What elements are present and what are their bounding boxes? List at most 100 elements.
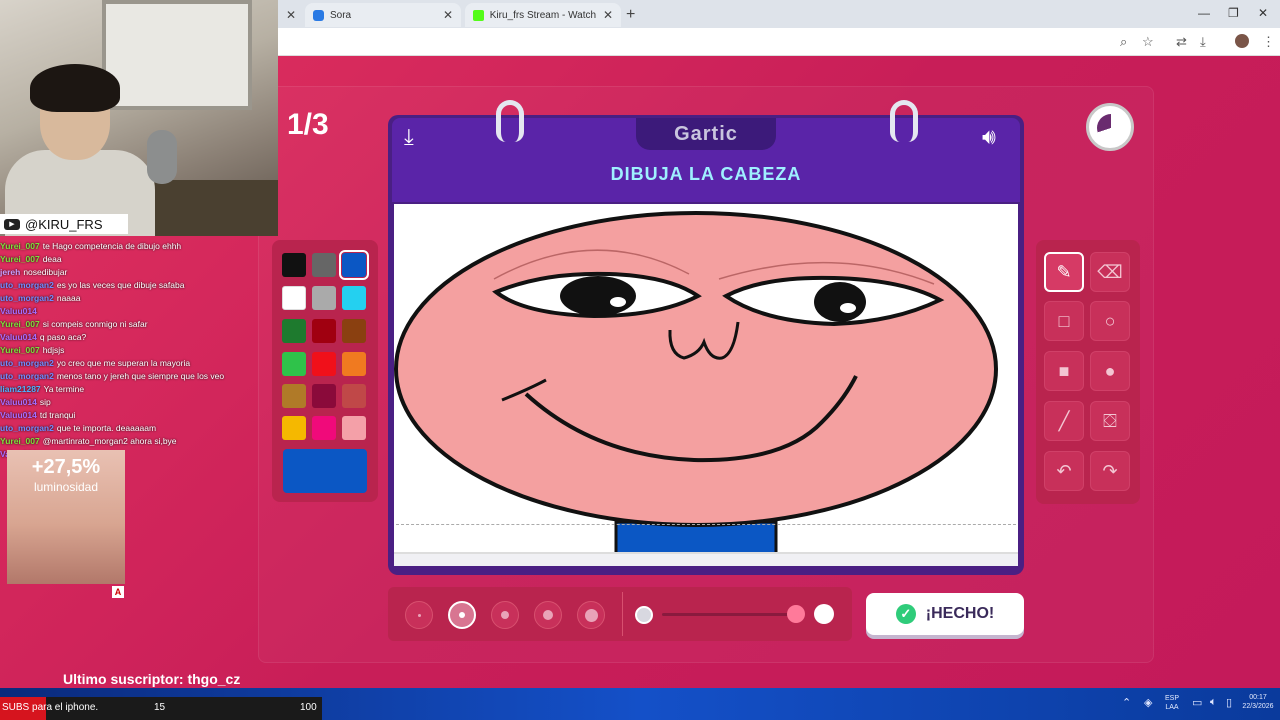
chat-username[interactable]: Yurei_007 — [0, 436, 40, 446]
tab-label: Sora — [330, 9, 352, 21]
binder-ring-icon — [496, 100, 524, 142]
chat-message: jereh nosedibujar — [0, 266, 260, 279]
chat-username[interactable]: jereh — [0, 267, 20, 277]
line-icon[interactable]: ╱ — [1044, 401, 1084, 441]
last-subscriber: Ultimo suscriptor: thgo_cz — [63, 671, 241, 687]
chat-username[interactable]: liam21287 — [0, 384, 41, 394]
clock[interactable]: 00:17 22/3/2026 — [1238, 693, 1278, 711]
color-swatch[interactable] — [312, 286, 336, 310]
square-filled-icon[interactable]: ■ — [1044, 351, 1084, 391]
chat-username[interactable]: Valuu014 — [0, 306, 37, 316]
sound-icon[interactable]: 🔊︎ — [982, 124, 996, 150]
brush-size-s[interactable] — [448, 601, 476, 629]
chat-username[interactable]: uto_morgan2 — [0, 280, 54, 290]
menu-kebab-icon[interactable]: ⋮ — [1262, 34, 1275, 50]
chat-message: uto_morgan2 es yo las veces que dibuje sa… — [0, 279, 260, 292]
color-swatch[interactable] — [342, 286, 366, 310]
chat-username[interactable]: uto_morgan2 — [0, 423, 54, 433]
tab-previous[interactable]: ✕ — [278, 3, 302, 27]
opacity-slider-handle[interactable] — [787, 605, 805, 623]
undo-icon[interactable]: ↶ — [1044, 451, 1084, 491]
battery-icon[interactable]: ▯ — [1226, 696, 1232, 709]
timer-icon — [1086, 103, 1134, 151]
chat-text: que te importa. deaaaaam — [56, 423, 157, 433]
color-swatch[interactable] — [282, 253, 306, 277]
drawing-canvas[interactable] — [394, 204, 1018, 552]
face-shape — [394, 211, 998, 527]
close-icon[interactable]: ✕ — [603, 8, 613, 22]
square-outline-icon[interactable]: □ — [1044, 301, 1084, 341]
color-swatch[interactable] — [342, 416, 366, 440]
color-swatch[interactable] — [312, 416, 336, 440]
pencil-icon[interactable]: ✎ — [1044, 252, 1084, 292]
color-swatch[interactable] — [342, 384, 366, 408]
volume-icon[interactable]: 🔈︎ — [1210, 696, 1217, 709]
tray-app-icon[interactable]: ◈ — [1144, 696, 1152, 709]
current-color-preview — [283, 449, 367, 493]
translate-icon[interactable]: ⇄ — [1176, 34, 1187, 50]
bookmark-star-icon[interactable]: ☆ — [1142, 34, 1154, 50]
redo-icon[interactable]: ↷ — [1090, 451, 1130, 491]
tab-kick-stream[interactable]: Kiru_frs Stream - Watch Live on ✕ — [465, 3, 621, 27]
chat-message: Valuu014 sip — [0, 396, 260, 409]
circle-filled-icon[interactable]: ● — [1090, 351, 1130, 391]
ad-overlay: +27,5% luminosidad — [7, 450, 125, 584]
chat-username[interactable]: Yurei_007 — [0, 254, 40, 264]
close-window-button[interactable]: ✕ — [1258, 6, 1268, 20]
chat-username[interactable]: uto_morgan2 — [0, 358, 54, 368]
color-swatch[interactable] — [282, 416, 306, 440]
fill-bucket-icon[interactable]: ⛋ — [1090, 401, 1130, 441]
chat-username[interactable]: uto_morgan2 — [0, 293, 54, 303]
color-swatch[interactable] — [312, 319, 336, 343]
color-swatch[interactable] — [282, 286, 306, 310]
brush-size-l[interactable] — [534, 601, 562, 629]
chat-username[interactable]: Valuu014 — [0, 332, 37, 342]
chat-text: nosedibujar — [23, 267, 68, 277]
color-swatch[interactable] — [312, 352, 336, 376]
close-icon[interactable]: ✕ — [286, 8, 296, 22]
download-icon[interactable]: ⤓ — [404, 124, 414, 150]
chat-text: es yo las veces que dibuje safaba — [56, 280, 185, 290]
chat-username[interactable]: uto_morgan2 — [0, 371, 54, 381]
chat-username[interactable]: Yurei_007 — [0, 345, 40, 355]
brush-size-xl[interactable] — [577, 601, 605, 629]
chat-text: td tranqui — [39, 410, 76, 420]
tray-chevron-icon[interactable]: ⌃ — [1122, 696, 1131, 709]
profile-avatar[interactable] — [1235, 34, 1249, 48]
eraser-icon[interactable]: ⌫ — [1090, 252, 1130, 292]
kick-favicon-icon — [473, 9, 484, 21]
color-swatch[interactable] — [312, 253, 336, 277]
restore-button[interactable]: ❐ — [1228, 6, 1239, 20]
chat-message: Yurei_007 @martinrato_morgan2 ahora si,by… — [0, 435, 260, 448]
tab-sora[interactable]: Sora ✕ — [305, 3, 461, 27]
network-icon[interactable]: ▭ — [1192, 696, 1202, 709]
clock-date: 22/3/2026 — [1242, 703, 1274, 710]
new-tab-button[interactable]: + — [626, 6, 635, 24]
color-swatch[interactable] — [339, 250, 369, 280]
color-swatch[interactable] — [282, 319, 306, 343]
chat-username[interactable]: Valuu014 — [0, 410, 37, 420]
zoom-icon[interactable]: ⌕ — [1120, 34, 1127, 50]
close-icon[interactable]: ✕ — [443, 8, 453, 22]
color-swatch[interactable] — [282, 352, 306, 376]
opacity-slider[interactable] — [662, 613, 796, 616]
chat-text: Ya termine — [43, 384, 85, 394]
downloads-icon[interactable]: ⤓ — [1200, 34, 1206, 50]
color-swatch[interactable] — [342, 352, 366, 376]
brush-size-xs[interactable] — [405, 601, 433, 629]
done-button[interactable]: ✓ ¡HECHO! — [866, 593, 1024, 635]
chat-message: Valuu014 q paso aca? — [0, 331, 260, 344]
color-swatch[interactable] — [282, 384, 306, 408]
chat-username[interactable]: Valuu014 — [0, 397, 37, 407]
chat-username[interactable]: Yurei_007 — [0, 319, 40, 329]
chat-message: uto_morgan2 yo creo que me superan la may… — [0, 357, 260, 370]
brush-size-m[interactable] — [491, 601, 519, 629]
clock-time: 00:17 — [1249, 694, 1267, 701]
language-indicator[interactable]: ESP LAA — [1160, 694, 1184, 712]
minimize-button[interactable]: — — [1198, 6, 1210, 20]
circle-outline-icon[interactable]: ○ — [1090, 301, 1130, 341]
color-swatch[interactable] — [312, 384, 336, 408]
color-swatch[interactable] — [342, 319, 366, 343]
chat-username[interactable]: Yurei_007 — [0, 241, 40, 251]
ad-badge: A — [112, 586, 124, 598]
